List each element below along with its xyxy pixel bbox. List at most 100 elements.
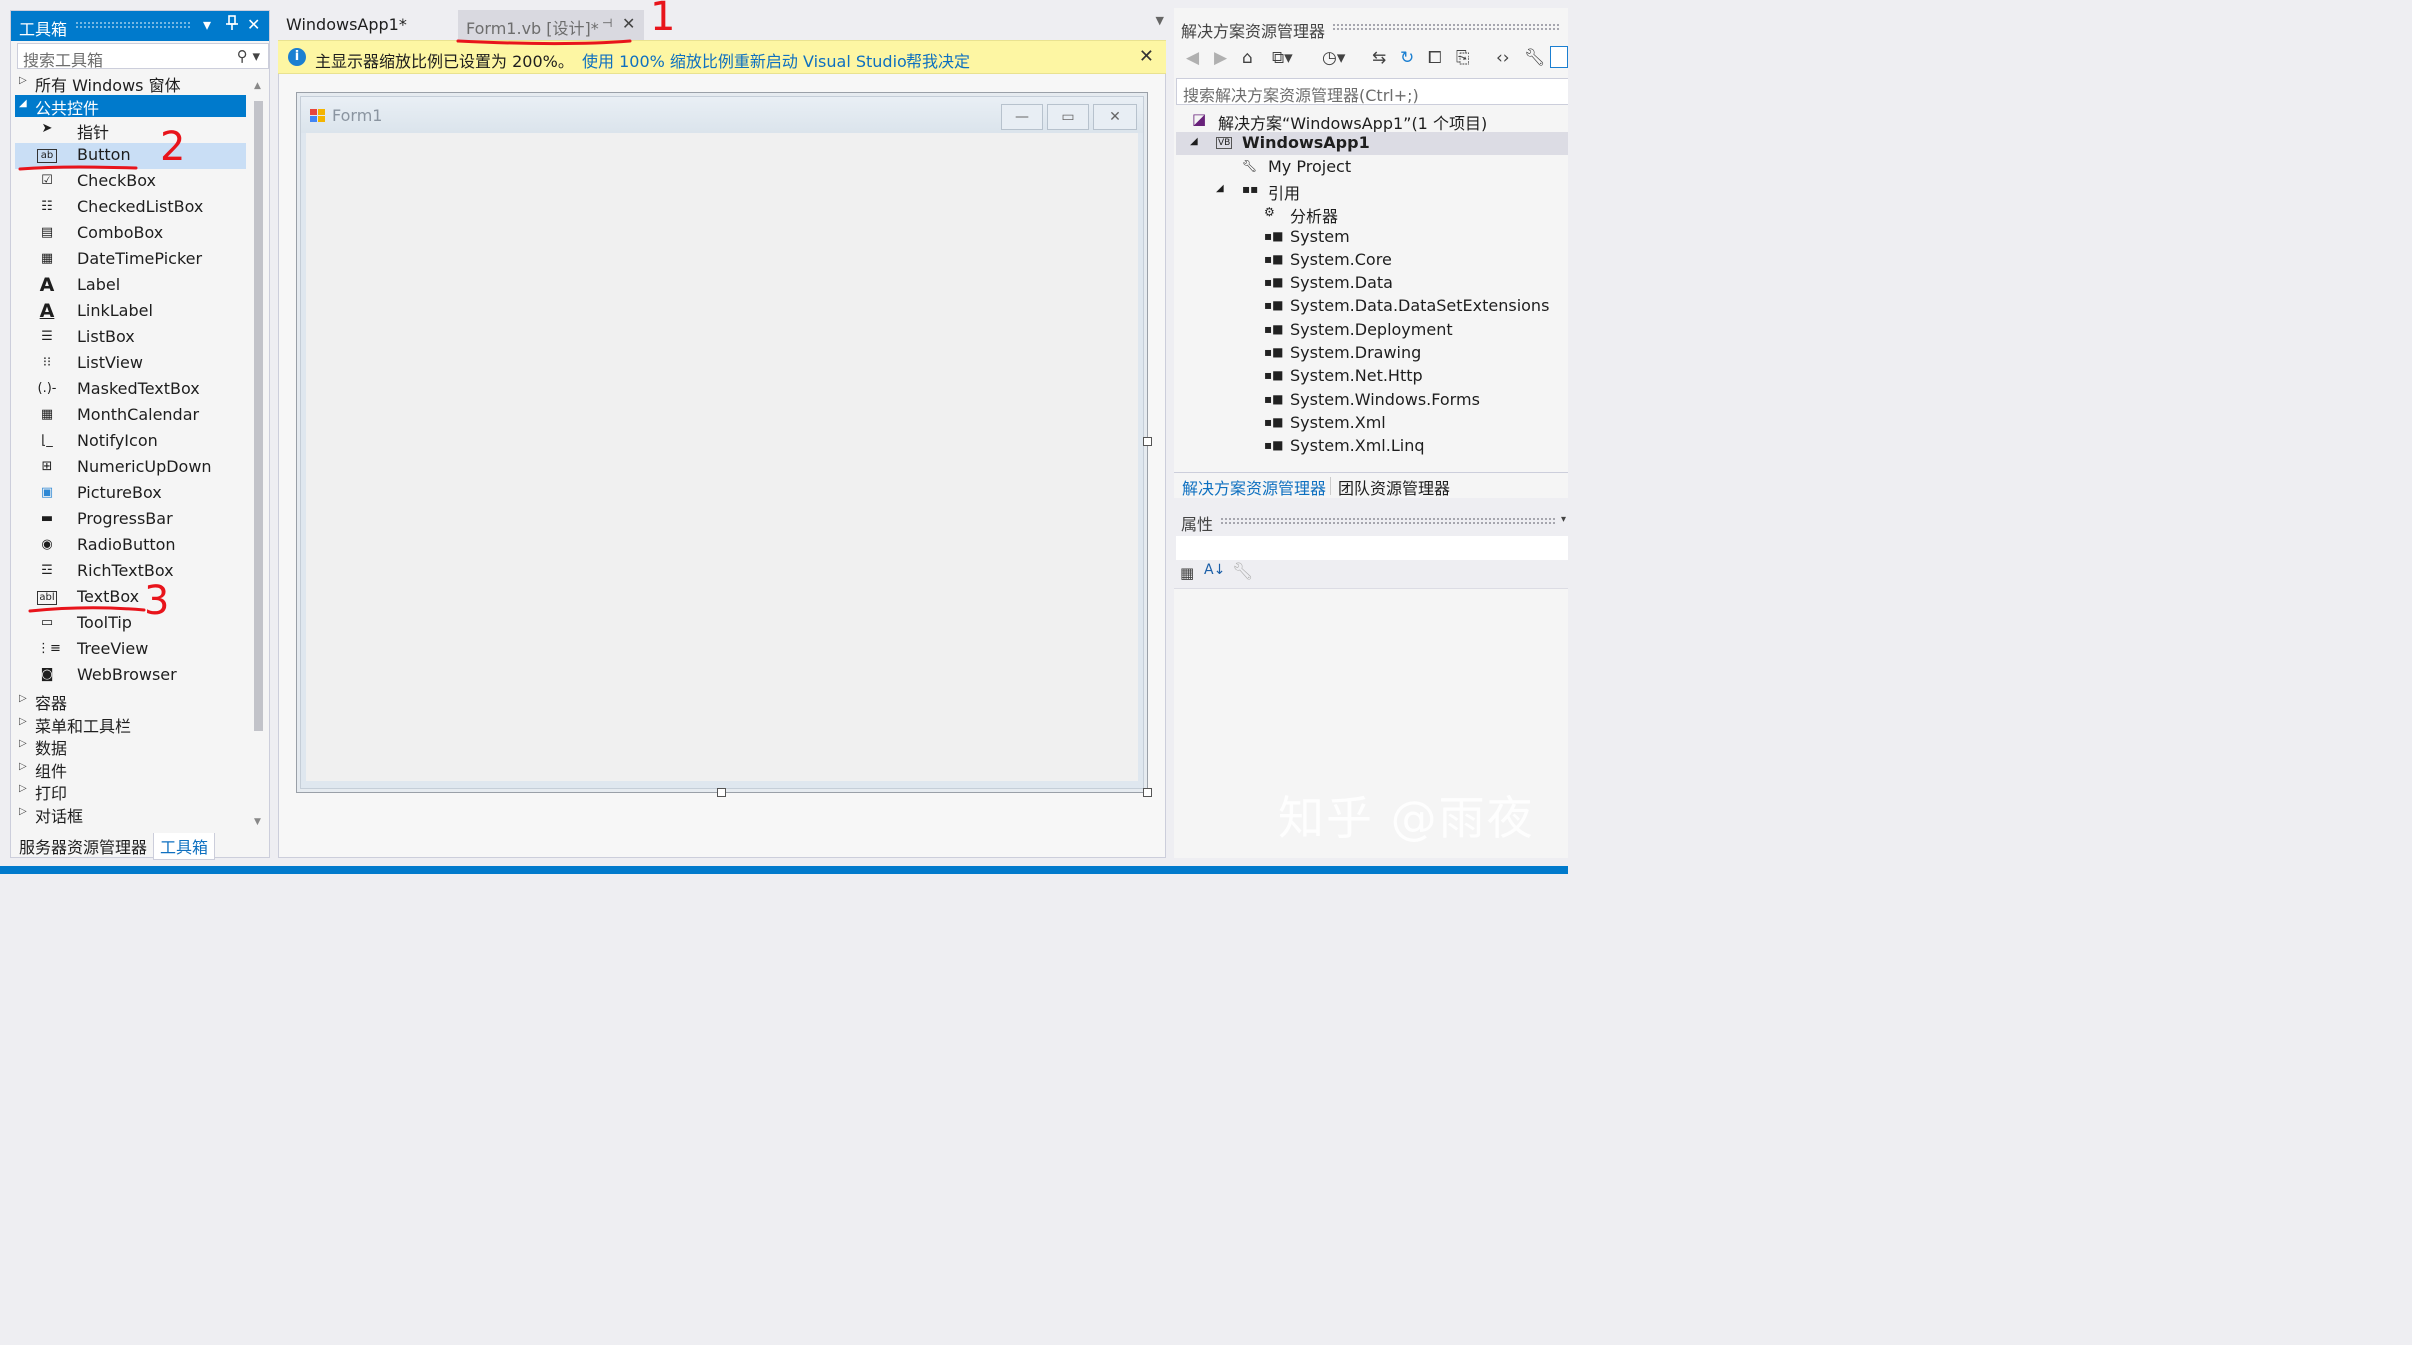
expanded-arrow-icon[interactable]: ◢ [1190, 136, 1198, 147]
resize-handle-bottom[interactable] [717, 788, 726, 797]
sync-icon[interactable]: ⇆ [1372, 48, 1386, 68]
scroll-thumb[interactable] [254, 101, 263, 731]
resize-handle-right[interactable] [1143, 437, 1152, 446]
tree-item[interactable]: ▪■ System.Drawing [1176, 342, 1568, 365]
tab-overflow-icon[interactable]: ▼ [1156, 14, 1164, 27]
tree-item[interactable]: ▪■ System.Xml [1176, 412, 1568, 435]
pin-icon[interactable]: ⊣ [602, 16, 612, 30]
tree-item[interactable]: ▪■ System.Core [1176, 249, 1568, 272]
toolbox-item[interactable]: ☲ RichTextBox [15, 559, 246, 585]
toolbox-item[interactable]: ⌊_ NotifyIcon [15, 429, 246, 455]
tree-item[interactable]: ▪■ System [1176, 226, 1568, 249]
tab-toolbox[interactable]: 工具箱 [153, 833, 216, 860]
tree-item[interactable]: ▪■ System.Windows.Forms [1176, 389, 1568, 412]
expanded-arrow-icon[interactable]: ◢ [19, 98, 27, 109]
minimize-icon[interactable]: — [1001, 104, 1043, 130]
toolbox-item[interactable]: ⋮≡ TreeView [15, 637, 246, 663]
view-code-icon[interactable]: ‹› [1496, 48, 1510, 68]
maximize-icon[interactable]: ▭ [1047, 104, 1089, 130]
collapsed-arrow-icon[interactable]: ▷ [19, 806, 27, 817]
toolbox-category[interactable]: ◢ 公共控件 [15, 95, 246, 118]
properties-wrench-icon[interactable]: 🔧︎ [1524, 48, 1546, 68]
close-icon[interactable]: ✕ [1139, 46, 1154, 67]
resize-handle-corner[interactable] [1143, 788, 1152, 797]
toolbox-item[interactable]: ▤ ComboBox [15, 221, 246, 247]
tree-item[interactable]: ⚙ 分析器 [1176, 202, 1568, 226]
toolbox-scrollbar[interactable]: ▲ ▼ [251, 75, 267, 827]
search-icon[interactable]: ⚲ ▾ [237, 47, 260, 65]
forward-icon[interactable]: ▶ [1214, 48, 1227, 68]
toolbox-item[interactable]: (.)- MaskedTextBox [15, 377, 246, 403]
toolbox-item[interactable]: ▣ PictureBox [15, 481, 246, 507]
toolbox-category[interactable]: ▷ 对话框 [15, 803, 247, 826]
restart-link[interactable]: 使用 100% 缩放比例重新启动 Visual Studio [582, 48, 907, 72]
tree-item[interactable]: 🔧︎ My Project [1176, 156, 1568, 179]
collapsed-arrow-icon[interactable]: ▷ [19, 75, 27, 86]
tree-item[interactable]: ▪■ System.Deployment [1176, 319, 1568, 342]
tab-team-explorer[interactable]: 团队资源管理器 [1338, 475, 1450, 499]
tab-form1-design[interactable]: Form1.vb [设计]* ⊣ ✕ [458, 10, 644, 40]
help-decide-link[interactable]: 帮我决定 [906, 48, 970, 72]
toolbox-item[interactable]: ◙ WebBrowser [15, 663, 246, 689]
toolbox-item[interactable]: ☑ CheckBox [15, 169, 246, 195]
toolbox-item[interactable]: ☰ ListBox [15, 325, 246, 351]
show-all-files-icon[interactable]: ⎘ [1456, 48, 1470, 68]
scroll-up-icon[interactable]: ▲ [254, 81, 261, 91]
tree-item[interactable]: ▪■ System.Xml.Linq [1176, 435, 1568, 458]
toolbox-item[interactable]: ⊞ NumericUpDown [15, 455, 246, 481]
categorized-icon[interactable]: ▦ [1180, 564, 1194, 582]
switch-views-icon[interactable]: ⧉▾ [1272, 48, 1293, 68]
collapsed-arrow-icon[interactable]: ▷ [19, 783, 27, 794]
tab-windowsapp1[interactable]: WindowsApp1* [278, 10, 415, 40]
tab-solution-explorer[interactable]: 解决方案资源管理器 [1182, 475, 1326, 499]
tree-item[interactable]: ◢ ▪▪ 引用 [1176, 179, 1568, 203]
toolbox-item[interactable]: ab Button [15, 143, 246, 169]
tree-item[interactable]: ▪■ System.Net.Http [1176, 365, 1568, 388]
collapsed-arrow-icon[interactable]: ▷ [19, 716, 27, 727]
toolbox-item[interactable]: abl TextBox [15, 585, 246, 611]
toolbox-category[interactable]: ▷ 打印 [15, 780, 247, 803]
solution-explorer-search-input[interactable]: 搜索解决方案资源管理器(Ctrl+;) [1176, 78, 1568, 105]
close-icon[interactable]: ✕ [622, 14, 635, 33]
collapsed-arrow-icon[interactable]: ▷ [19, 761, 27, 772]
tree-item[interactable]: ▪■ System.Data [1176, 272, 1568, 295]
pending-changes-icon[interactable]: ◷▾ [1322, 48, 1345, 68]
toolbox-item[interactable]: ▬ ProgressBar [15, 507, 246, 533]
toolbox-category[interactable]: ▷ 组件 [15, 758, 247, 781]
dropdown-arrow-icon[interactable]: ▾ [203, 15, 211, 34]
pin-icon[interactable] [225, 15, 239, 35]
close-icon[interactable]: ✕ [1093, 104, 1137, 130]
tree-item[interactable]: ▪■ System.Data.DataSetExtensions [1176, 295, 1568, 318]
expanded-arrow-icon[interactable]: ◢ [1216, 183, 1224, 194]
toolbox-item[interactable]: ⁝⁝ ListView [15, 351, 246, 377]
collapsed-arrow-icon[interactable]: ▷ [19, 738, 27, 749]
home-icon[interactable]: ⌂ [1242, 48, 1253, 68]
toolbox-category[interactable]: ▷ 容器 [15, 690, 247, 713]
toolbox-item[interactable]: ◉ RadioButton [15, 533, 246, 559]
tab-server-explorer[interactable]: 服务器资源管理器 [13, 833, 153, 859]
toolbox-item[interactable]: ☷ CheckedListBox [15, 195, 246, 221]
toolbox-item[interactable]: A Label [15, 273, 246, 299]
refresh-icon[interactable]: ↻ [1400, 48, 1414, 68]
toolbox-search-input[interactable]: 搜索工具箱 ⚲ ▾ [17, 43, 269, 70]
toolbox-item[interactable]: ▭ ToolTip [15, 611, 246, 637]
dropdown-arrow-icon[interactable]: ▾ [1561, 514, 1566, 525]
toolbox-item[interactable]: ➤ 指针 [15, 117, 246, 143]
close-icon[interactable]: ✕ [247, 15, 260, 34]
collapse-all-icon[interactable]: ⧠ [1428, 48, 1442, 68]
property-pages-wrench-icon[interactable]: 🔧︎ [1232, 562, 1254, 582]
collapsed-arrow-icon[interactable]: ▷ [19, 693, 27, 704]
back-icon[interactable]: ◀ [1186, 48, 1199, 68]
alphabetical-icon[interactable]: A↓ [1204, 562, 1225, 578]
toolbox-item[interactable]: ▦ MonthCalendar [15, 403, 246, 429]
toolbox-category[interactable]: ▷ 菜单和工具栏 [15, 713, 247, 736]
scroll-down-icon[interactable]: ▼ [254, 817, 261, 827]
toolbox-category[interactable]: ▷ 数据 [15, 735, 247, 758]
tree-item[interactable]: ◪ 解决方案“WindowsApp1”(1 个项目) [1176, 109, 1568, 133]
toolbox-category[interactable]: ▷ 所有 Windows 窗体 [15, 72, 247, 95]
form-client-area[interactable] [306, 133, 1138, 781]
properties-object-selector[interactable] [1176, 536, 1568, 560]
toolbox-item[interactable]: A LinkLabel [15, 299, 246, 325]
preview-selected-icon[interactable] [1550, 46, 1568, 68]
tree-item[interactable]: ◢ VB WindowsApp1 [1176, 132, 1568, 156]
